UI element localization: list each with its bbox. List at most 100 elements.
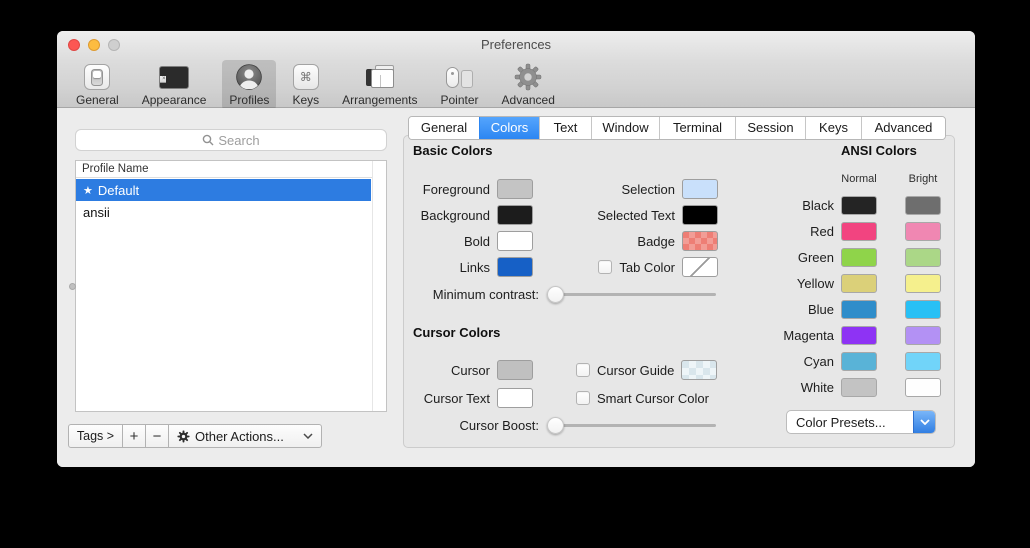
tags-button[interactable]: Tags > xyxy=(68,424,123,448)
cursor-text-color-well[interactable] xyxy=(497,388,533,408)
profile-list: Profile Name ★ Default ansii xyxy=(75,160,387,412)
other-actions-button[interactable]: Other Actions... xyxy=(168,424,322,448)
check-label: Cursor Guide xyxy=(597,363,674,378)
minimize-button[interactable] xyxy=(88,39,100,51)
smart-cursor-color-checkbox[interactable] xyxy=(576,391,590,405)
profile-footer-bar: Tags > + − Other Actions... xyxy=(68,424,322,448)
check-row-smart-cursor-color: Smart Cursor Color xyxy=(576,388,709,408)
magenta-normal-color-well[interactable] xyxy=(841,326,877,345)
profile-row-label: Default xyxy=(98,183,139,198)
cyan-normal-color-well[interactable] xyxy=(841,352,877,371)
color-row-cursor-text: Cursor Text xyxy=(404,388,533,408)
white-bright-color-well[interactable] xyxy=(905,378,941,397)
window-header: Preferences General × Appearance Profile… xyxy=(57,31,975,108)
toolbar-item-label: Arrangements xyxy=(342,93,417,107)
ansi-colors-title: ANSI Colors xyxy=(841,143,917,158)
white-normal-color-well[interactable] xyxy=(841,378,877,397)
color-row-tab-color: Tab Color xyxy=(504,257,718,277)
slider-knob[interactable] xyxy=(547,286,564,303)
minimum-contrast-label: Minimum contrast: xyxy=(404,287,539,302)
cursor-guide-color-well[interactable] xyxy=(681,360,717,380)
zoom-button[interactable] xyxy=(108,39,120,51)
black-normal-color-well[interactable] xyxy=(841,196,877,215)
toolbar-item-label: Appearance xyxy=(142,93,207,107)
black-bright-color-well[interactable] xyxy=(905,196,941,215)
yellow-bright-color-well[interactable] xyxy=(905,274,941,293)
ansi-color-label: Blue xyxy=(734,300,834,319)
gear-icon xyxy=(177,430,190,443)
blue-normal-color-well[interactable] xyxy=(841,300,877,319)
tab-color-checkbox[interactable] xyxy=(598,260,612,274)
remove-profile-button[interactable]: − xyxy=(145,424,169,448)
color-label: Cursor Text xyxy=(424,391,490,406)
color-label: Selected Text xyxy=(597,208,675,223)
color-label: Links xyxy=(460,260,490,275)
add-profile-button[interactable]: + xyxy=(122,424,146,448)
search-placeholder: Search xyxy=(218,133,259,148)
slider-track xyxy=(549,424,716,427)
minimum-contrast-slider[interactable] xyxy=(549,284,716,304)
toolbar-item-keys[interactable]: ⌘ Keys xyxy=(285,60,326,110)
color-label: Foreground xyxy=(423,182,490,197)
titlebar[interactable]: Preferences xyxy=(57,31,975,58)
tab-color-color-well[interactable] xyxy=(682,257,718,277)
color-row-selection: Selection xyxy=(504,179,718,199)
tab-terminal[interactable]: Terminal xyxy=(659,117,735,139)
yellow-normal-color-well[interactable] xyxy=(841,274,877,293)
colors-panel: Basic Colors Foreground Background Bold … xyxy=(403,135,955,448)
slider-knob[interactable] xyxy=(547,417,564,434)
color-label: Background xyxy=(421,208,490,223)
dropdown-cap xyxy=(913,410,935,434)
advanced-gear-icon xyxy=(514,63,542,91)
profiles-person-icon xyxy=(234,62,264,92)
tab-session[interactable]: Session xyxy=(735,117,805,139)
toolbar-item-arrangements[interactable]: Arrangements xyxy=(335,60,424,110)
color-presets-label: Color Presets... xyxy=(787,415,913,430)
general-switch-icon xyxy=(84,64,110,90)
green-normal-color-well[interactable] xyxy=(841,248,877,267)
tab-text[interactable]: Text xyxy=(539,117,591,139)
cyan-bright-color-well[interactable] xyxy=(905,352,941,371)
ansi-color-label: Cyan xyxy=(734,352,834,371)
toolbar-item-advanced[interactable]: Advanced xyxy=(495,60,562,110)
cursor-boost-slider[interactable] xyxy=(549,415,716,435)
red-normal-color-well[interactable] xyxy=(841,222,877,241)
color-row-selected-text: Selected Text xyxy=(504,205,718,225)
selected-text-color-well[interactable] xyxy=(682,205,718,225)
green-bright-color-well[interactable] xyxy=(905,248,941,267)
tab-general[interactable]: General xyxy=(409,117,479,139)
toolbar-item-profiles[interactable]: Profiles xyxy=(222,60,276,110)
close-button[interactable] xyxy=(68,39,80,51)
toolbar-item-general[interactable]: General xyxy=(69,60,126,110)
tab-keys[interactable]: Keys xyxy=(805,117,861,139)
cursor-color-well[interactable] xyxy=(497,360,533,380)
tab-window[interactable]: Window xyxy=(591,117,659,139)
arrangements-windows-icon xyxy=(364,65,396,89)
cursor-boost-label: Cursor Boost: xyxy=(404,418,539,433)
badge-color-well[interactable] xyxy=(682,231,718,251)
keys-command-icon: ⌘ xyxy=(293,64,319,90)
tab-colors[interactable]: Colors xyxy=(479,117,539,139)
toolbar-item-pointer[interactable]: Pointer xyxy=(434,60,486,110)
window-edge-handle[interactable] xyxy=(69,283,76,290)
cursor-guide-checkbox[interactable] xyxy=(576,363,590,377)
ansi-normal-header: Normal xyxy=(841,173,877,185)
profile-row-ansii[interactable]: ansii xyxy=(76,201,371,223)
cursor-colors-title: Cursor Colors xyxy=(413,325,500,340)
tab-advanced[interactable]: Advanced xyxy=(861,117,945,139)
color-presets-dropdown[interactable]: Color Presets... xyxy=(786,410,936,434)
magenta-bright-color-well[interactable] xyxy=(905,326,941,345)
window-content: Search Profile Name ★ Default ansii Tags… xyxy=(57,108,975,467)
ansi-color-label: Green xyxy=(734,248,834,267)
profile-row-default[interactable]: ★ Default xyxy=(76,179,371,201)
traffic-lights xyxy=(68,39,120,51)
search-input[interactable]: Search xyxy=(75,129,387,151)
other-actions-label: Other Actions... xyxy=(195,429,284,444)
red-bright-color-well[interactable] xyxy=(905,222,941,241)
blue-bright-color-well[interactable] xyxy=(905,300,941,319)
desktop-background: Preferences General × Appearance Profile… xyxy=(0,0,1030,548)
cursor-boost-row: Cursor Boost: xyxy=(404,415,734,435)
selection-color-well[interactable] xyxy=(682,179,718,199)
toolbar-item-appearance[interactable]: × Appearance xyxy=(135,60,214,110)
color-label: Selection xyxy=(622,182,675,197)
